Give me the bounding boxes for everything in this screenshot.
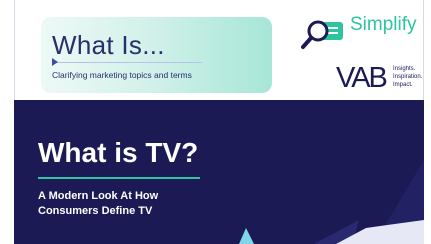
simplify-logo-text: Simplify (350, 14, 417, 35)
vab-tagline-2: Inspiration. (393, 74, 423, 80)
what-is-subtitle: Clarifying marketing topics and terms (52, 70, 192, 80)
what-is-title: What Is... (52, 30, 165, 60)
document-page: What Is... Clarifying marketing topics a… (0, 0, 431, 244)
hero-subtitle-line-1: A Modern Look At How (38, 190, 159, 202)
vab-wordmark: VAB (336, 62, 387, 92)
hero-decoration (239, 160, 424, 244)
rule-arrow-icon (52, 58, 58, 66)
vab-tagline-1: Insights. (393, 66, 416, 72)
title-rule (52, 62, 202, 63)
hero-underline (38, 177, 200, 179)
header-band: What Is... Clarifying marketing topics a… (0, 0, 431, 104)
magnifier-icon (301, 20, 343, 49)
vab-tagline-3: Impact. (393, 82, 413, 88)
hero-section: What is TV? A Modern Look At How Consume… (14, 100, 424, 244)
vab-logo: VAB Insights. Inspiration. Impact. (336, 62, 423, 92)
hero-subtitle-line-2: Consumers Define TV (38, 205, 153, 217)
hero-title: What is TV? (38, 137, 199, 168)
